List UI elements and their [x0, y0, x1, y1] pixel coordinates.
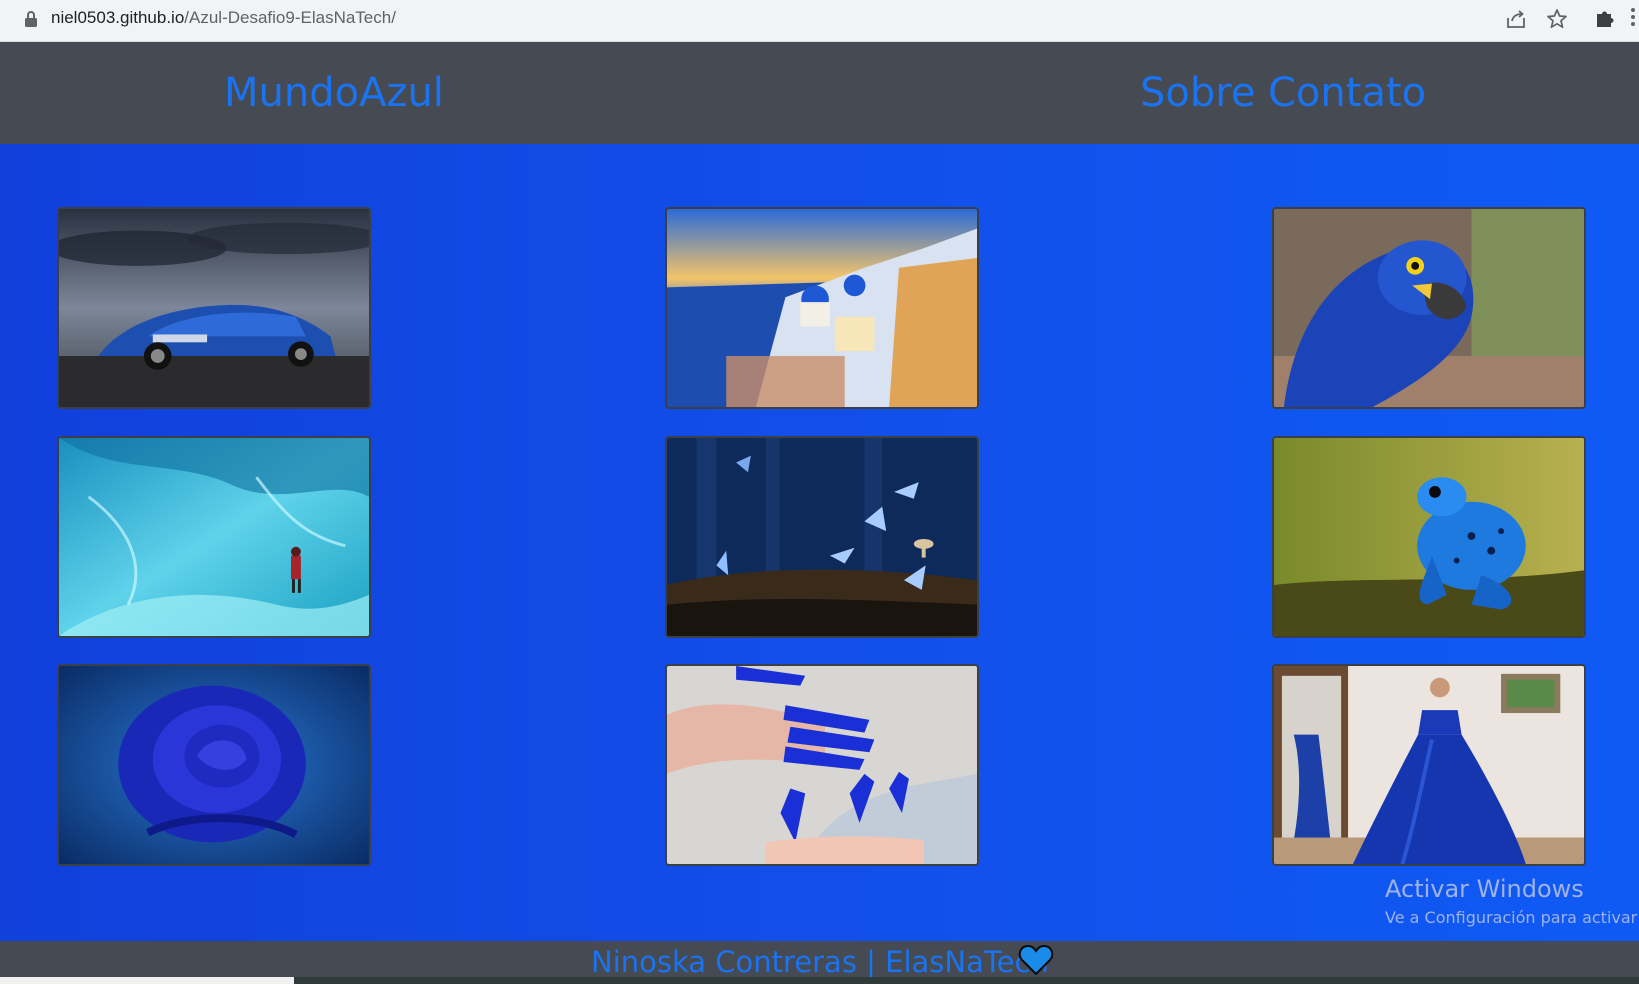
windows-activation-subtitle: Ve a Configuración para activar Windows.: [1385, 908, 1639, 927]
lock-icon: [25, 11, 37, 27]
santorini-image: [665, 207, 979, 409]
scrollbar-thumb[interactable]: [0, 977, 294, 984]
blue-dress-image: [1272, 664, 1586, 866]
blue-frog-image: [1272, 436, 1586, 638]
blue-car-image: [57, 207, 371, 409]
ice-cave-image: [57, 436, 371, 638]
site-footer: Ninoska Contreras | ElasNaTech: [0, 941, 1639, 979]
nav-link-sobre[interactable]: Sobre: [1140, 70, 1255, 116]
blue-nails-image: [665, 664, 979, 866]
windows-activation-title: Activar Windows: [1385, 875, 1584, 903]
extensions-puzzle-icon[interactable]: [1594, 7, 1616, 29]
browser-address-bar: niel0503.github.io/Azul-Desafio9-ElasNaT…: [0, 0, 1639, 42]
blue-butterflies-image: [665, 436, 979, 638]
blue-rose-image: [57, 664, 371, 866]
url-field[interactable]: niel0503.github.io/Azul-Desafio9-ElasNaT…: [51, 8, 396, 28]
site-navbar: MundoAzul Sobre Contato: [0, 42, 1639, 144]
heart-icon: [1018, 944, 1054, 976]
blue-macaw-image: [1272, 207, 1586, 409]
nav-link-contato[interactable]: Contato: [1268, 70, 1426, 116]
more-menu-icon[interactable]: [1630, 6, 1636, 28]
url-host: niel0503.github.io: [51, 8, 185, 27]
footer-credit: Ninoska Contreras | ElasNaTech: [591, 945, 1049, 979]
gallery-section: Activar Windows Ve a Configuración para …: [0, 144, 1639, 941]
url-path: /Azul-Desafio9-ElasNaTech/: [184, 8, 396, 27]
share-icon[interactable]: [1505, 8, 1527, 30]
brand-link[interactable]: MundoAzul: [224, 70, 444, 116]
bookmark-star-icon[interactable]: [1546, 8, 1568, 30]
